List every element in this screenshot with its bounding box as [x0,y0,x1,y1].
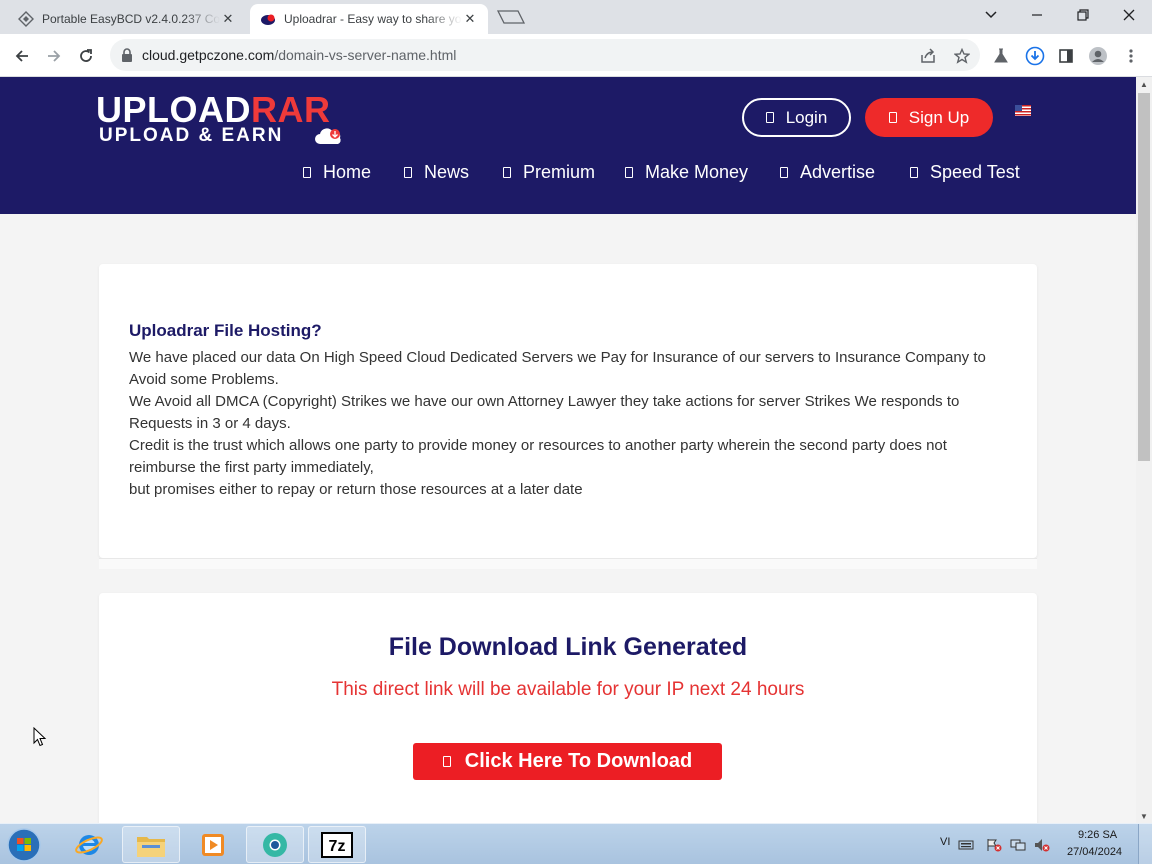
new-tab-icon[interactable] [496,9,526,25]
seven-zip-label: 7z [329,838,346,855]
media-player-taskbar-icon[interactable] [184,826,242,863]
seven-zip-taskbar-icon[interactable]: 7z [308,826,366,863]
download-heading: File Download Link Generated [388,633,748,661]
us-flag-language-icon[interactable] [1015,103,1031,116]
tab-uploadrar[interactable]: Uploadrar - Easy way to share yo ✕ [250,4,488,34]
premium-glyph-icon [503,166,511,178]
nav-label: Make Money [645,161,749,182]
internet-explorer-taskbar-icon[interactable] [60,826,118,863]
bookmark-star-icon[interactable] [952,46,972,66]
download-button-label: Click Here To Download [464,750,693,772]
uploadrar-favicon-icon [260,11,276,27]
browser-menu-icon[interactable] [1120,45,1142,67]
profile-avatar-icon[interactable] [1087,45,1109,67]
nav-label: News [424,161,470,182]
nav-label: Advertise [800,161,876,182]
address-bar[interactable]: cloud.getpczone.com/domain-vs-server-nam… [110,39,980,71]
nav-news[interactable]: News [404,161,469,183]
clock-time[interactable]: 9:26 SA [1078,829,1117,841]
info-line: Credit is the trust which allows one par… [129,437,947,476]
easybcd-favicon-icon [18,11,34,27]
logo-wordmark: UPLOADRAR [96,91,331,129]
uploadrar-logo[interactable]: UPLOADRAR UPLOAD & EARN [96,91,356,147]
nav-label: Premium [523,161,596,182]
advertise-glyph-icon [780,166,788,178]
volume-muted-icon[interactable] [1034,838,1050,852]
info-card-body: We have placed our data On High Speed Cl… [129,347,1009,501]
nav-premium[interactable]: Premium [503,161,595,183]
lock-icon[interactable] [120,47,134,63]
close-window-icon[interactable] [1106,0,1152,30]
login-button[interactable]: Login [742,98,851,137]
nav-home[interactable]: Home [303,161,371,183]
close-tab-icon[interactable]: ✕ [220,11,236,27]
network-icon[interactable] [1010,838,1026,852]
info-line: We have placed our data On High Speed Cl… [129,349,986,388]
browser-toolbar: cloud.getpczone.com/domain-vs-server-nam… [0,34,1152,77]
download-subtext: This direct link will be available for y… [331,679,805,700]
windows-taskbar: 7z VI 9:26 SA 27/04/2024 [0,823,1152,864]
download-icon[interactable] [1024,45,1046,67]
url-text: cloud.getpczone.com/domain-vs-server-nam… [142,47,456,63]
back-arrow-icon[interactable] [8,42,36,70]
signup-glyph-icon [888,112,897,123]
card-divider [99,558,1037,569]
keyboard-icon[interactable] [958,838,974,852]
page-viewport: UPLOADRAR UPLOAD & EARN Login Sign Up Ho… [0,77,1136,823]
clock-date[interactable]: 27/04/2024 [1067,846,1122,858]
nav-label: Home [323,161,372,182]
site-header: UPLOADRAR UPLOAD & EARN Login Sign Up Ho… [0,77,1136,214]
extensions-flask-icon[interactable] [990,45,1012,67]
signup-label: Sign Up [908,107,970,127]
info-line: but promises either to repay or return t… [129,481,583,498]
info-line: We Avoid all DMCA (Copyright) Strikes we… [129,393,960,432]
download-card: File Download Link Generated This direct… [99,593,1037,823]
speed-test-glyph-icon [910,166,918,178]
chrome-canary-taskbar-icon[interactable] [246,826,304,863]
tab-title: Uploadrar - Easy way to share yo [284,12,462,26]
nav-speed-test[interactable]: Speed Test [910,161,1020,183]
logo-part-a: A [198,89,225,130]
info-card: Uploadrar File Hosting? We have placed o… [99,264,1037,558]
nav-label: Speed Test [930,161,1020,182]
share-icon[interactable] [918,46,938,66]
forward-arrow-icon[interactable] [40,42,68,70]
make-money-glyph-icon [625,166,633,178]
mouse-pointer-icon [33,726,47,747]
reload-icon[interactable] [72,42,100,70]
download-button[interactable]: Click Here To Download [413,743,722,780]
nav-advertise[interactable]: Advertise [780,161,875,183]
news-glyph-icon [404,166,412,178]
page-scrollbar[interactable]: ▲ ▼ [1136,77,1152,823]
tab-search-chevron-down-icon[interactable] [968,0,1014,30]
download-glyph-icon [442,756,451,767]
login-label: Login [785,107,828,127]
minimize-window-icon[interactable] [1014,0,1060,30]
tab-title: Portable EasyBCD v2.4.0.237 Cor [42,12,220,26]
restore-window-icon[interactable] [1060,0,1106,30]
scrollbar-thumb[interactable] [1138,93,1150,461]
logo-part-d: D [224,89,252,130]
home-glyph-icon [303,166,311,178]
show-desktop-button[interactable] [1138,824,1152,864]
info-card-heading: Uploadrar File Hosting? [129,321,322,340]
side-panel-icon[interactable] [1055,45,1077,67]
scroll-up-arrow-icon[interactable]: ▲ [1136,77,1152,91]
start-orb-icon[interactable] [4,826,44,864]
url-path: /domain-vs-server-name.html [274,47,457,63]
signup-button[interactable]: Sign Up [865,98,993,137]
cloud-logo-icon [314,124,344,146]
logo-tagline: UPLOAD & EARN [99,125,284,146]
action-center-flag-icon[interactable] [986,838,1002,852]
close-tab-icon[interactable]: ✕ [462,11,478,27]
browser-tab-strip: Portable EasyBCD v2.4.0.237 Cor ✕ Upload… [0,0,1152,34]
file-explorer-taskbar-icon[interactable] [122,826,180,863]
scroll-down-arrow-icon[interactable]: ▼ [1136,809,1152,823]
input-language-indicator[interactable]: VI [940,836,950,848]
login-glyph-icon [765,112,774,123]
logo-part-white: UPLO [96,89,199,130]
url-domain: cloud.getpczone.com [142,47,275,63]
nav-make-money[interactable]: Make Money [625,161,748,183]
tab-easybcd[interactable]: Portable EasyBCD v2.4.0.237 Cor ✕ [8,4,246,34]
